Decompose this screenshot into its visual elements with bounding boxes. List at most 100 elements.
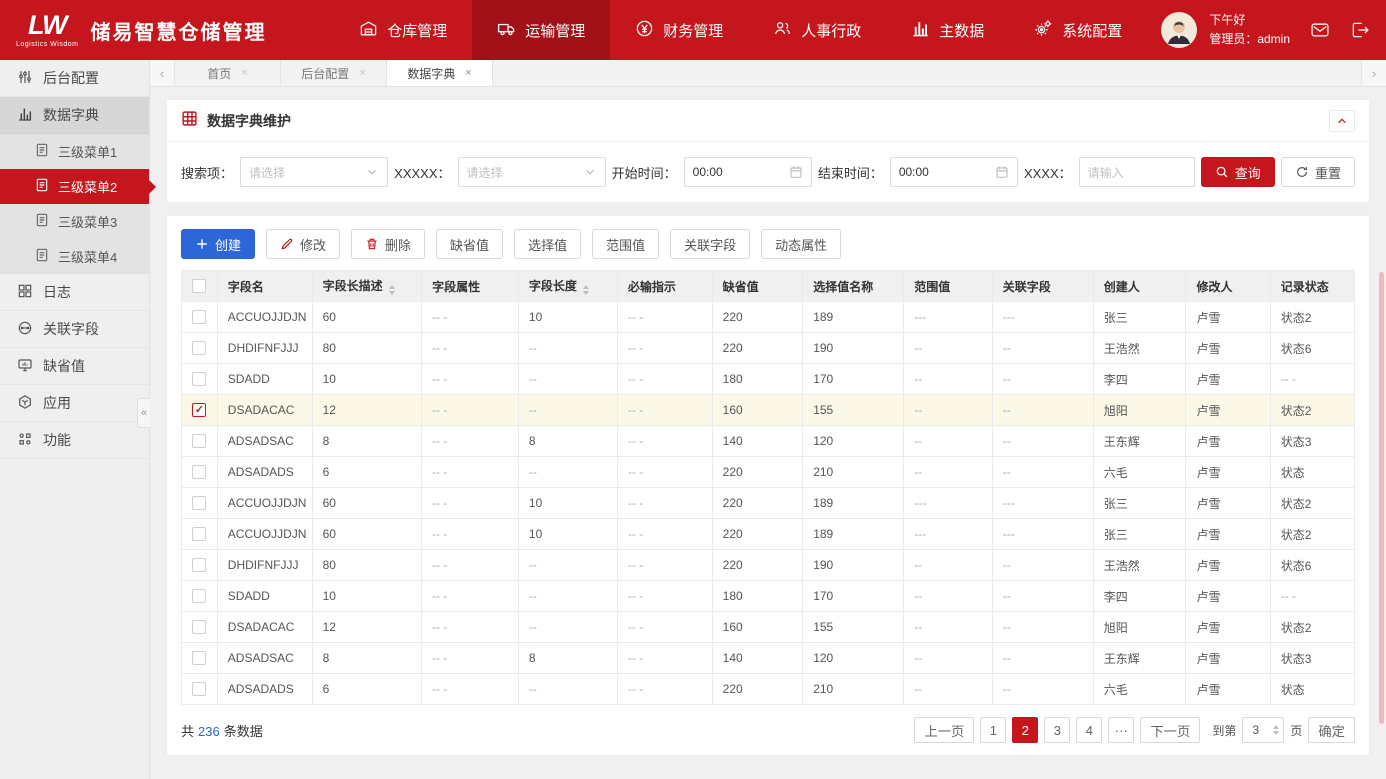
page-button-4[interactable]: 4 (1076, 717, 1102, 743)
panel-collapse-button[interactable] (1329, 110, 1355, 132)
sidebar-item-submenu-2[interactable]: 三级菜单2 (0, 169, 149, 204)
row-checkbox[interactable] (192, 620, 206, 634)
sidebar-item-submenu-1[interactable]: 三级菜单1 (0, 134, 149, 169)
default-value-button[interactable]: 缺省值 (436, 229, 503, 259)
row-checkbox[interactable] (192, 403, 206, 417)
column-header[interactable]: 修改人 (1186, 271, 1270, 302)
column-header[interactable]: 缺省值 (712, 271, 803, 302)
start-time-input[interactable]: 00:00 (684, 157, 812, 187)
close-icon[interactable]: × (465, 67, 471, 79)
page-stepper-icons[interactable] (1273, 725, 1279, 735)
column-header[interactable]: 字段名 (217, 271, 312, 302)
table-row[interactable]: ADSADSAC8-- -8-- -140120----王东辉卢雪状态3 (182, 426, 1355, 457)
create-button[interactable]: 创建 (181, 229, 255, 259)
row-checkbox[interactable] (192, 682, 206, 696)
sidebar-item-applications[interactable]: 应用 (0, 385, 149, 422)
row-checkbox[interactable] (192, 372, 206, 386)
table-row[interactable]: SDADD10-- ----- -180170----李四卢雪-- - (182, 364, 1355, 395)
column-header-sortable[interactable]: 字段长度 (518, 271, 617, 302)
table-row[interactable]: ADSADSAC8-- -8-- -140120----王东辉卢雪状态3 (182, 643, 1355, 674)
range-value-button[interactable]: 范围值 (592, 229, 659, 259)
table-row[interactable]: DHDIFNFJJJ80-- ----- -220190----王浩然卢雪状态6 (182, 550, 1355, 581)
row-checkbox[interactable] (192, 527, 206, 541)
edit-button[interactable]: 修改 (266, 229, 340, 259)
row-checkbox[interactable] (192, 434, 206, 448)
xxxxx-select[interactable]: 请选择 (458, 157, 606, 187)
close-icon[interactable]: × (359, 67, 365, 79)
column-header[interactable]: 关联字段 (992, 271, 1093, 302)
sidebar-item-default-values[interactable]: 缺省值 (0, 348, 149, 385)
goto-confirm-button[interactable]: 确定 (1308, 717, 1355, 743)
nav-item-hr[interactable]: 人事行政 (748, 0, 886, 60)
mail-icon[interactable] (1310, 20, 1330, 40)
column-header[interactable]: 选择值名称 (803, 271, 904, 302)
nav-item-transport[interactable]: 运输管理 (472, 0, 610, 60)
table-row[interactable]: SDADD10-- ----- -180170----李四卢雪-- - (182, 581, 1355, 612)
column-header[interactable]: 创建人 (1093, 271, 1186, 302)
end-time-input[interactable]: 00:00 (890, 157, 1018, 187)
close-icon[interactable]: × (241, 67, 247, 79)
tabs-scroll-right[interactable]: › (1361, 60, 1386, 86)
query-button[interactable]: 查询 (1201, 157, 1275, 187)
sort-icon[interactable] (583, 285, 589, 295)
table-row[interactable]: ADSADADS6-- ----- -220210----六毛卢雪状态 (182, 457, 1355, 488)
tab-backend-config[interactable]: 后台配置 × (281, 60, 387, 86)
keyword-select[interactable]: 请选择 (240, 157, 388, 187)
column-header[interactable]: 范围值 (904, 271, 992, 302)
row-checkbox[interactable] (192, 310, 206, 324)
row-checkbox[interactable] (192, 465, 206, 479)
tabs-scroll-left[interactable]: ‹ (150, 60, 175, 86)
table-row[interactable]: ADSADADS6-- ----- -220210----六毛卢雪状态 (182, 674, 1355, 705)
table-row[interactable]: ACCUOJJDJN60-- -10-- -220189------张三卢雪状态… (182, 488, 1355, 519)
row-checkbox[interactable] (192, 651, 206, 665)
xxxx-text-input[interactable]: 请输入 (1079, 157, 1195, 187)
next-page-button[interactable]: 下一页 (1140, 717, 1200, 743)
nav-item-warehouse[interactable]: 仓库管理 (334, 0, 472, 60)
select-all-checkbox[interactable] (192, 279, 206, 293)
sidebar-item-backend-config[interactable]: 后台配置 (0, 60, 149, 97)
nav-item-finance[interactable]: 财务管理 (610, 0, 748, 60)
table-row[interactable]: DSADACAC12-- ----- -160155----旭阳卢雪状态2 (182, 612, 1355, 643)
tab-data-dictionary[interactable]: 数据字典 × (387, 60, 493, 86)
delete-button[interactable]: 删除 (351, 229, 425, 259)
select-value-button[interactable]: 选择值 (514, 229, 581, 259)
column-header-sortable[interactable]: 字段长描述 (312, 271, 422, 302)
table-scrollbar[interactable] (1379, 272, 1384, 724)
table-row[interactable]: DSADACAC12-- ----- -160155----旭阳卢雪状态2 (182, 395, 1355, 426)
column-header[interactable]: 字段属性 (422, 271, 519, 302)
sidebar-item-functions[interactable]: 功能 (0, 422, 149, 459)
linked-field-button[interactable]: 关联字段 (670, 229, 750, 259)
sidebar-item-submenu-3[interactable]: 三级菜单3 (0, 204, 149, 239)
column-header[interactable]: 记录状态 (1270, 271, 1354, 302)
sidebar-item-data-dictionary[interactable]: 数据字典 (0, 97, 149, 134)
sidebar-collapse-handle[interactable]: « (137, 398, 150, 428)
total-suffix: 条数据 (224, 724, 263, 739)
tab-home[interactable]: 首页 × (175, 60, 281, 86)
sidebar-item-label: 三级菜单2 (58, 177, 117, 196)
table-row[interactable]: DHDIFNFJJJ80-- ----- -220190----王浩然卢雪状态6 (182, 333, 1355, 364)
table-row[interactable]: ACCUOJJDJN60-- -10-- -220189------张三卢雪状态… (182, 302, 1355, 333)
sidebar-item-submenu-4[interactable]: 三级菜单4 (0, 239, 149, 274)
avatar[interactable] (1161, 12, 1197, 48)
goto-page-input[interactable]: 3 (1242, 717, 1284, 743)
sidebar-item-linked-fields[interactable]: 关联字段 (0, 311, 149, 348)
page-ellipsis-button[interactable]: ··· (1108, 717, 1134, 743)
row-checkbox[interactable] (192, 341, 206, 355)
sort-icon[interactable] (389, 285, 395, 295)
page-button-3[interactable]: 3 (1044, 717, 1070, 743)
row-checkbox[interactable] (192, 558, 206, 572)
row-checkbox[interactable] (192, 496, 206, 510)
nav-item-masterdata[interactable]: 主数据 (886, 0, 1009, 60)
logout-icon[interactable] (1350, 20, 1370, 40)
prev-page-button[interactable]: 上一页 (914, 717, 974, 743)
page-button-1[interactable]: 1 (980, 717, 1006, 743)
dynamic-attr-button[interactable]: 动态属性 (761, 229, 841, 259)
page-button-2-active[interactable]: 2 (1012, 717, 1038, 743)
reset-button[interactable]: 重置 (1281, 157, 1355, 187)
table-row[interactable]: ACCUOJJDJN60-- -10-- -220189------张三卢雪状态… (182, 519, 1355, 550)
app-icon (17, 394, 33, 413)
row-checkbox[interactable] (192, 589, 206, 603)
nav-item-sysconfig[interactable]: 系统配置 (1009, 0, 1147, 60)
sidebar-item-logs[interactable]: 日志 (0, 274, 149, 311)
column-header[interactable]: 必输指示 (617, 271, 712, 302)
